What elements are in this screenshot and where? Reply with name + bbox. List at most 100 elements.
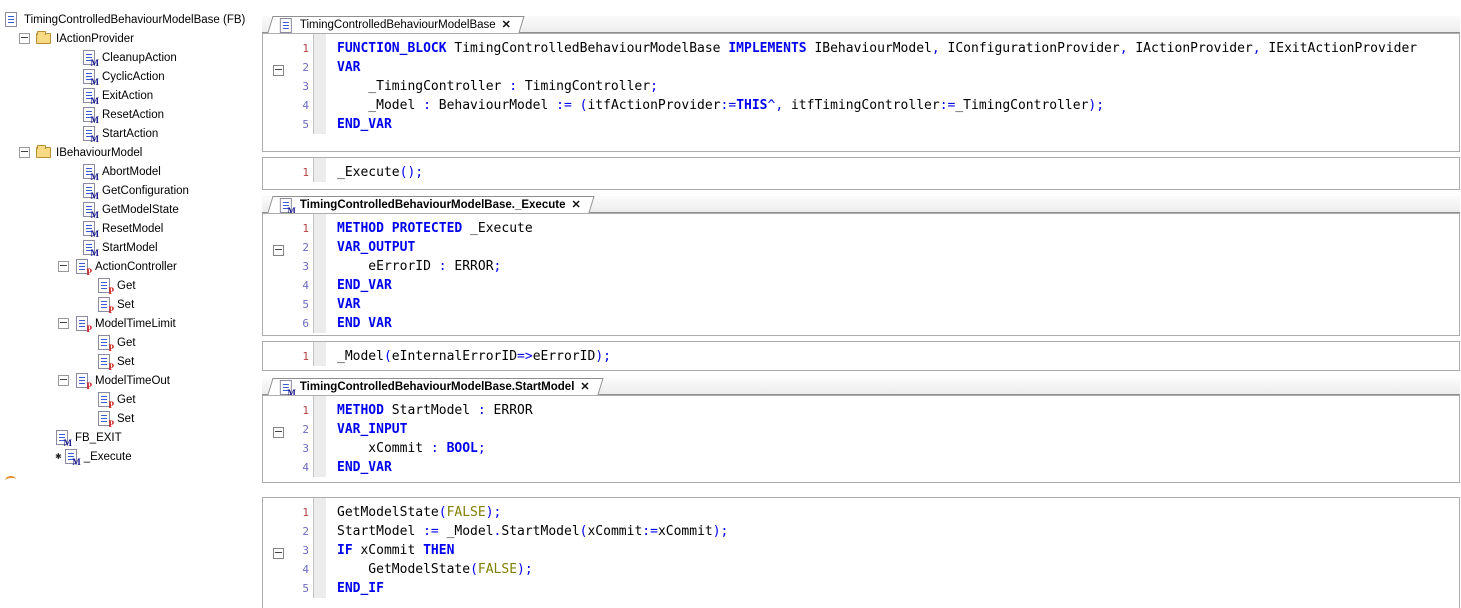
code-text[interactable]: END VAR [326,314,1459,333]
tree-item-fb-exit[interactable]: MFB_EXIT [0,428,262,447]
tree-item-set[interactable]: PSet [0,409,262,428]
breakpoint-margin[interactable] [263,347,287,366]
code-line[interactable]: 3 eErrorID : ERROR; [263,257,1459,276]
tree-item-startaction[interactable]: MStartAction [0,124,262,143]
breakpoint-margin[interactable] [263,314,287,333]
code-line[interactable]: 1METHOD PROTECTED _Execute [263,219,1459,238]
close-icon[interactable]: ✕ [571,200,580,211]
code-line[interactable]: 4 _Model : BehaviourModel := (itfActionP… [263,96,1459,115]
breakpoint-margin[interactable] [263,257,287,276]
breakpoint-margin[interactable] [263,115,287,134]
declaration-editor[interactable]: 1FUNCTION_BLOCK TimingControlledBehaviou… [262,33,1460,152]
tree-expander-icon[interactable] [19,33,30,44]
tree-item-cyclicaction[interactable]: MCyclicAction [0,67,262,86]
breakpoint-margin[interactable] [263,39,287,58]
tree-item-timingcontrolledbehaviourmodelbase-fb-[interactable]: TimingControlledBehaviourModelBase (FB) [0,10,262,29]
code-line[interactable]: 5END_IF [263,579,1459,598]
code-text[interactable]: _TimingController : TimingController; [326,77,1459,96]
code-line[interactable]: 3IF xCommit THEN [263,541,1459,560]
fold-collapse-icon[interactable] [273,245,284,256]
code-text[interactable]: END_IF [326,579,1459,598]
tree-item--execute[interactable]: ✱M_Execute [0,447,262,466]
editor-tab[interactable]: MTimingControlledBehaviourModelBase._Exe… [267,196,594,213]
implementation-editor[interactable]: 1_Model(eInternalErrorID=>eErrorID); [262,341,1460,371]
tree-item-get[interactable]: PGet [0,333,262,352]
tree-item-iactionprovider[interactable]: IActionProvider [0,29,262,48]
code-text[interactable]: eErrorID : ERROR; [326,257,1459,276]
tree-expander-icon[interactable] [58,261,69,272]
tree-item-abortmodel[interactable]: MAbortModel [0,162,262,181]
code-text[interactable]: METHOD PROTECTED _Execute [326,219,1459,238]
tree-item-set[interactable]: PSet [0,295,262,314]
tree-item-resetaction[interactable]: MResetAction [0,105,262,124]
editor-tab[interactable]: TimingControlledBehaviourModelBase✕ [267,16,524,33]
code-text[interactable]: GetModelState(FALSE); [326,503,1459,522]
breakpoint-margin[interactable] [263,541,287,560]
code-text[interactable]: xCommit : BOOL; [326,439,1459,458]
code-line[interactable]: 4END_VAR [263,458,1459,477]
code-line[interactable]: 2VAR [263,58,1459,77]
code-line[interactable]: 4 GetModelState(FALSE); [263,560,1459,579]
close-icon[interactable]: ✕ [502,20,511,31]
tree-item-set[interactable]: PSet [0,352,262,371]
tree-item-actioncontroller[interactable]: PActionController [0,257,262,276]
tree-item-exitaction[interactable]: MExitAction [0,86,262,105]
breakpoint-margin[interactable] [263,420,287,439]
code-line[interactable]: 1FUNCTION_BLOCK TimingControlledBehaviou… [263,39,1459,58]
fold-collapse-icon[interactable] [273,65,284,76]
breakpoint-margin[interactable] [263,401,287,420]
fold-collapse-icon[interactable] [273,548,284,559]
editor-tab[interactable]: MTimingControlledBehaviourModelBase.Star… [267,378,603,395]
code-line[interactable]: 6END VAR [263,314,1459,333]
breakpoint-margin[interactable] [263,503,287,522]
code-line[interactable]: 5END_VAR [263,115,1459,134]
code-line[interactable]: 2VAR_INPUT [263,420,1459,439]
code-line[interactable]: 1GetModelState(FALSE); [263,503,1459,522]
code-text[interactable]: END_VAR [326,276,1459,295]
declaration-editor[interactable]: 1METHOD PROTECTED _Execute2VAR_OUTPUT3 e… [262,213,1460,336]
code-text[interactable]: END_VAR [326,458,1459,477]
tree-item-get[interactable]: PGet [0,390,262,409]
declaration-editor[interactable]: 1METHOD StartModel : ERROR2VAR_INPUT3 xC… [262,395,1460,483]
breakpoint-margin[interactable] [263,163,287,182]
code-line[interactable]: 3 xCommit : BOOL; [263,439,1459,458]
code-line[interactable]: 3 _TimingController : TimingController; [263,77,1459,96]
tree-item-get[interactable]: PGet [0,276,262,295]
code-line[interactable]: 2VAR_OUTPUT [263,238,1459,257]
tree-expander-icon[interactable] [58,375,69,386]
breakpoint-margin[interactable] [263,276,287,295]
code-line[interactable]: 2StartModel := _Model.StartModel(xCommit… [263,522,1459,541]
breakpoint-margin[interactable] [263,439,287,458]
breakpoint-margin[interactable] [263,96,287,115]
close-icon[interactable]: ✕ [580,382,589,393]
code-line[interactable]: 1METHOD StartModel : ERROR [263,401,1459,420]
code-text[interactable]: FUNCTION_BLOCK TimingControlledBehaviour… [326,39,1459,58]
code-text[interactable]: GetModelState(FALSE); [326,560,1459,579]
tree-item-modeltimeout[interactable]: PModelTimeOut [0,371,262,390]
code-text[interactable]: END_VAR [326,115,1459,134]
tree-item-startmodel[interactable]: MStartModel [0,238,262,257]
code-text[interactable]: _Execute(); [326,163,1459,182]
tree-item-modeltimelimit[interactable]: PModelTimeLimit [0,314,262,333]
breakpoint-margin[interactable] [263,219,287,238]
tree-item-cleanupaction[interactable]: MCleanupAction [0,48,262,67]
code-line[interactable]: 1_Model(eInternalErrorID=>eErrorID); [263,347,1459,366]
fold-collapse-icon[interactable] [273,427,284,438]
breakpoint-margin[interactable] [263,579,287,598]
breakpoint-margin[interactable] [263,58,287,77]
implementation-editor[interactable]: 1_Execute(); [262,157,1460,190]
code-line[interactable]: 4END_VAR [263,276,1459,295]
code-text[interactable]: METHOD StartModel : ERROR [326,401,1459,420]
tree-item-getmodelstate[interactable]: MGetModelState [0,200,262,219]
code-text[interactable]: _Model : BehaviourModel := (itfActionPro… [326,96,1459,115]
code-text[interactable]: VAR [326,295,1459,314]
tree-item-ibehaviourmodel[interactable]: IBehaviourModel [0,143,262,162]
code-text[interactable]: _Model(eInternalErrorID=>eErrorID); [326,347,1459,366]
code-text[interactable]: VAR_INPUT [326,420,1459,439]
code-text[interactable]: VAR_OUTPUT [326,238,1459,257]
code-line[interactable]: 5VAR [263,295,1459,314]
breakpoint-margin[interactable] [263,560,287,579]
breakpoint-margin[interactable] [263,458,287,477]
code-text[interactable]: StartModel := _Model.StartModel(xCommit:… [326,522,1459,541]
breakpoint-margin[interactable] [263,238,287,257]
